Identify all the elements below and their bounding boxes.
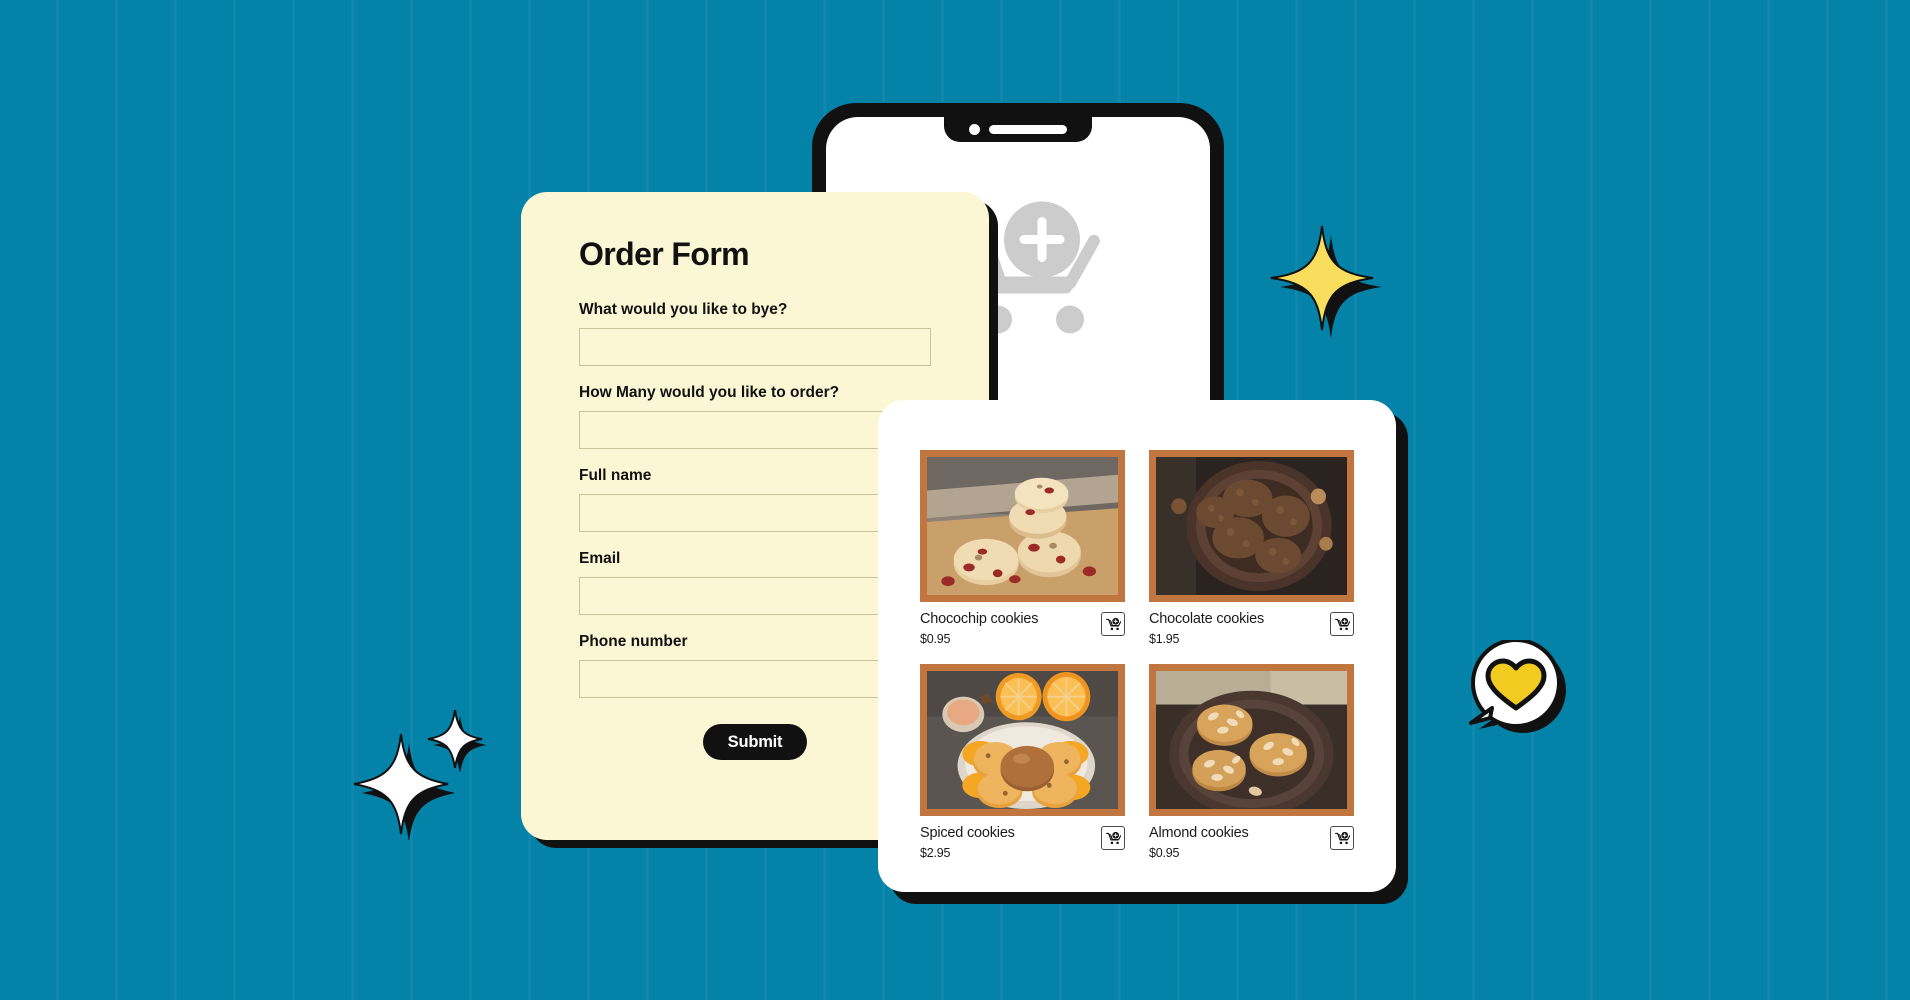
field-label: What would you like to bye? (579, 301, 788, 318)
add-to-cart-icon (1105, 831, 1121, 844)
product-grid: Chocochip cookies $0.95 Chocolate cookie… (920, 450, 1354, 860)
add-to-cart-icon (1334, 617, 1350, 630)
chocochip-cookies-photo (920, 450, 1125, 602)
four-point-star-icon (1270, 225, 1382, 339)
product-name: Chocolate cookies (1149, 611, 1265, 627)
add-to-cart-button[interactable] (1101, 612, 1125, 636)
add-to-cart-icon (1334, 831, 1350, 844)
product-name: Spiced cookies (920, 825, 1015, 842)
almond-cookies-photo (1149, 664, 1354, 817)
product-price: $0.95 (1149, 846, 1180, 861)
heart-bubble (1468, 638, 1572, 751)
product-price: $0.95 (920, 632, 951, 647)
add-to-cart-button[interactable] (1330, 612, 1354, 636)
page-title: Order Form (579, 236, 750, 272)
add-to-cart-icon (1105, 617, 1121, 630)
four-point-star-icon (427, 709, 487, 774)
camera-dot-icon (969, 124, 980, 135)
product-name: Chocochip cookies (920, 611, 1039, 627)
product-meta: Chocochip cookies $0.95 (920, 610, 1125, 646)
field-group-what-to-buy: What would you like to bye? (579, 301, 931, 366)
chocolate-cookies-photo (1149, 450, 1354, 602)
product-meta: Spiced cookies $2.95 (920, 824, 1125, 860)
product-card[interactable]: Spiced cookies $2.95 (920, 664, 1125, 860)
field-label: How Many would you like to order? (579, 384, 840, 401)
spiced-cookies-photo (920, 664, 1125, 817)
product-meta: Chocolate cookies $1.95 (1149, 610, 1354, 646)
product-meta: Almond cookies $0.95 (1149, 824, 1354, 860)
what-to-buy-input[interactable] (579, 328, 931, 366)
product-card[interactable]: Chocolate cookies $1.95 (1149, 450, 1354, 646)
submit-button[interactable]: Submit (703, 724, 807, 760)
sparkle-yellow (1263, 218, 1382, 343)
poster-canvas: Order Form What would you like to bye? H… (0, 0, 1910, 1000)
product-card[interactable]: Chocochip cookies $0.95 (920, 450, 1125, 646)
tablet-mockup: Chocochip cookies $0.95 Chocolate cookie… (878, 400, 1396, 892)
add-to-cart-button[interactable] (1330, 826, 1354, 851)
speaker-grille-icon (989, 125, 1067, 134)
sparkle-white-small (424, 706, 487, 777)
add-to-cart-button[interactable] (1101, 826, 1125, 851)
product-price: $1.95 (1149, 632, 1180, 647)
phone-notch (944, 117, 1092, 142)
product-price: $2.95 (920, 846, 951, 861)
product-name: Almond cookies (1149, 825, 1249, 842)
product-card[interactable]: Almond cookies $0.95 (1149, 664, 1354, 860)
heart-in-speech-bubble-icon (1469, 638, 1566, 733)
